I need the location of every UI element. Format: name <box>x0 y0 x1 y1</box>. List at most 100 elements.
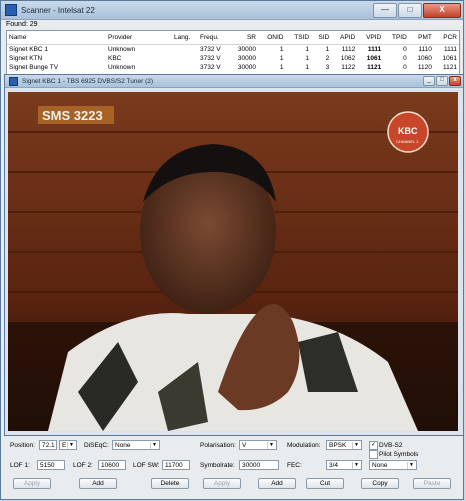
cell-provider: KBC <box>108 55 122 62</box>
col-tsid[interactable]: TSID <box>285 31 312 45</box>
channel-table[interactable]: Name Provider Lang. Frequ. SR ONID TSID … <box>6 30 460 76</box>
cell-apid: 1112 <box>341 46 356 53</box>
kbc-logo: KBC <box>398 126 418 136</box>
cell-apid: 1062 <box>340 55 356 62</box>
col-sid[interactable]: SID <box>311 31 332 45</box>
cell-provider: Unknown <box>108 46 136 53</box>
cell-vpid: 1111 <box>367 46 382 53</box>
chevron-down-icon: ▼ <box>407 462 415 469</box>
paste-button[interactable]: Paste <box>413 478 451 489</box>
tv-app-icon <box>9 76 18 86</box>
table-row[interactable]: Signet KTN KBC 3732 V 30000 1 1 2 1062 1… <box>7 54 459 63</box>
scanner-window: Scanner - Intelsat 22 — □ X Found: 29 Na… <box>0 0 464 500</box>
symbolrate-input[interactable]: 30000 <box>239 460 279 470</box>
cell-frequ: 3732 V <box>200 46 221 53</box>
cell-lang <box>172 54 198 63</box>
cell-apid: 1122 <box>341 64 356 71</box>
video-frame[interactable]: SMS 3223 KBC CHANNEL 1 <box>8 92 458 431</box>
pilot-symbols-checkbox[interactable] <box>369 450 378 459</box>
cut-button[interactable]: Cut <box>306 478 344 489</box>
cell-tpid: 0 <box>403 46 407 53</box>
cell-pmt: 1110 <box>418 46 432 53</box>
pilot-symbols-label: Pilot Symbols <box>379 451 419 458</box>
cell-sid: 3 <box>325 64 330 71</box>
cell-tsid: 1 <box>305 46 310 53</box>
lof1-label: LOF 1: <box>10 462 30 469</box>
cell-sr: 30000 <box>237 55 256 62</box>
tv-minimize-button[interactable]: _ <box>423 76 435 86</box>
kbc-logo-sub: CHANNEL 1 <box>396 139 419 144</box>
add-button-right[interactable]: Add <box>258 478 296 489</box>
close-button[interactable]: X <box>423 2 461 18</box>
cell-lang <box>172 45 198 55</box>
cell-onid: 1 <box>279 55 284 62</box>
cell-vpid: 1061 <box>366 55 382 62</box>
polarisation-select[interactable]: V ▼ <box>239 440 277 450</box>
col-provider[interactable]: Provider <box>106 31 172 45</box>
tv-window: Signet KBC 1 - TBS 6925 DVBS/S2 Tuner (2… <box>4 74 464 436</box>
found-count: Found: 29 <box>6 21 38 28</box>
dvbs2-checkbox[interactable]: ✓ <box>369 441 378 450</box>
col-sr[interactable]: SR <box>228 31 258 45</box>
copy-button[interactable]: Copy <box>361 478 399 489</box>
add-button-left[interactable]: Add <box>79 478 117 489</box>
col-vpid[interactable]: VPID <box>357 31 384 45</box>
cell-name: Signet Bunge TV <box>9 64 59 71</box>
polarisation-label: Polarisation: <box>200 442 236 449</box>
apply-button-left[interactable]: Apply <box>13 478 51 489</box>
chevron-down-icon: ▼ <box>150 442 158 449</box>
col-name[interactable]: Name <box>7 31 106 45</box>
cell-pmt: 1120 <box>417 64 432 71</box>
chevron-down-icon: ▼ <box>67 442 75 449</box>
tv-maximize-button[interactable]: □ <box>436 76 448 86</box>
cell-tsid: 1 <box>305 64 310 71</box>
tv-close-button[interactable]: x <box>449 76 461 86</box>
col-pcr[interactable]: PCR <box>433 31 459 45</box>
lofsw-input[interactable]: 11700 <box>162 460 190 470</box>
extra-select[interactable]: None ▼ <box>369 460 417 470</box>
diseqc-select[interactable]: None ▼ <box>112 440 160 450</box>
modulation-select[interactable]: BPSK ▼ <box>326 440 362 450</box>
delete-button[interactable]: Delete <box>151 478 189 489</box>
col-lang[interactable]: Lang. <box>172 31 198 45</box>
tv-titlebar[interactable]: Signet KBC 1 - TBS 6925 DVBS/S2 Tuner (2… <box>5 75 463 88</box>
cell-sid: 2 <box>325 55 330 62</box>
cell-onid: 1 <box>279 64 284 71</box>
fec-label: FEC: <box>287 462 302 469</box>
maximize-button[interactable]: □ <box>398 2 422 18</box>
table-row[interactable]: Signet Bunge TV Unknown 3732 V 30000 1 1… <box>7 63 459 72</box>
cell-frequ: 3732 V <box>200 64 221 71</box>
table-header-row: Name Provider Lang. Frequ. SR ONID TSID … <box>7 31 459 45</box>
chevron-down-icon: ▼ <box>352 442 360 449</box>
scanner-titlebar[interactable]: Scanner - Intelsat 22 — □ X <box>1 1 463 20</box>
modulation-label: Modulation: <box>287 442 321 449</box>
tv-title: Signet KBC 1 - TBS 6925 DVBS/S2 Tuner (2… <box>22 77 154 85</box>
position-dir-select[interactable]: E ▼ <box>59 440 77 450</box>
scanner-title: Scanner - Intelsat 22 <box>21 5 95 15</box>
app-icon <box>5 4 17 16</box>
lof1-input[interactable]: 5150 <box>37 460 65 470</box>
cell-pcr: 1061 <box>442 55 457 62</box>
col-pmt[interactable]: PMT <box>408 31 434 45</box>
col-apid[interactable]: APID <box>331 31 358 45</box>
diseqc-label: DiSEqC: <box>84 442 109 449</box>
minimize-button[interactable]: — <box>373 2 397 18</box>
lof2-label: LOF 2: <box>73 462 93 469</box>
col-frequ[interactable]: Frequ. <box>198 31 228 45</box>
cell-onid: 1 <box>279 46 284 53</box>
dvbs2-label: DVB-S2 <box>379 442 403 449</box>
lof2-input[interactable]: 10600 <box>98 460 126 470</box>
cell-tpid: 0 <box>403 55 407 62</box>
cell-vpid: 1121 <box>367 64 382 71</box>
tuning-panel: Position: 72.1 E ▼ DiSEqC: None ▼ Polarisa… <box>1 438 465 501</box>
cell-sr: 30000 <box>237 46 256 53</box>
lofsw-label: LOF SW: <box>133 462 160 469</box>
col-onid[interactable]: ONID <box>257 31 286 45</box>
col-tpid[interactable]: TPID <box>383 31 409 45</box>
cell-pcr: 1111 <box>443 46 457 53</box>
fec-select[interactable]: 3/4 ▼ <box>326 460 362 470</box>
table-row[interactable]: Signet KBC 1 Unknown 3732 V 30000 1 1 1 … <box>7 45 459 55</box>
position-input[interactable]: 72.1 <box>39 440 57 450</box>
apply-button-right[interactable]: Apply <box>203 478 241 489</box>
sms-overlay: SMS 3223 <box>42 108 103 123</box>
